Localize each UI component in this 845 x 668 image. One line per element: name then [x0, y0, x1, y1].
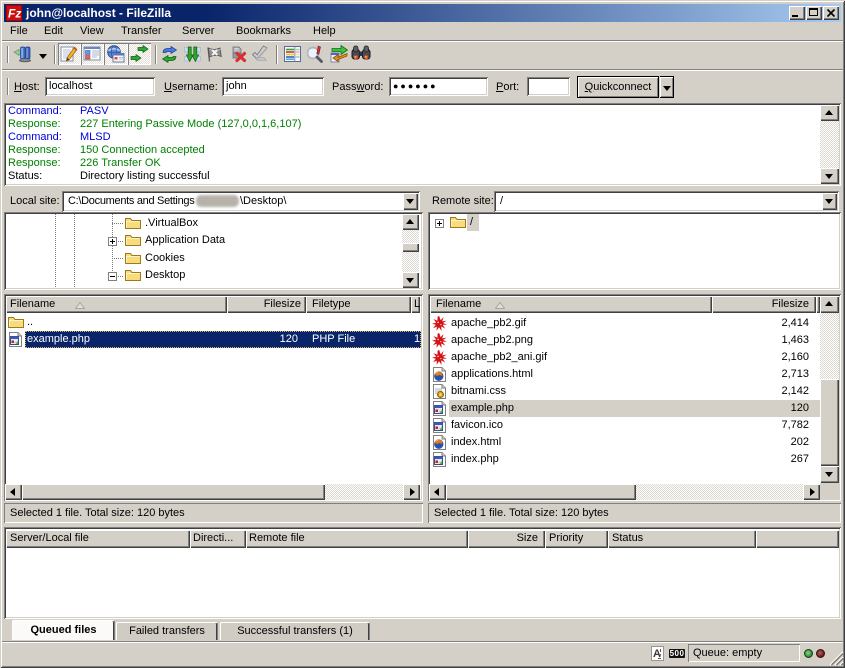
svg-text:Fz: Fz	[8, 7, 21, 21]
